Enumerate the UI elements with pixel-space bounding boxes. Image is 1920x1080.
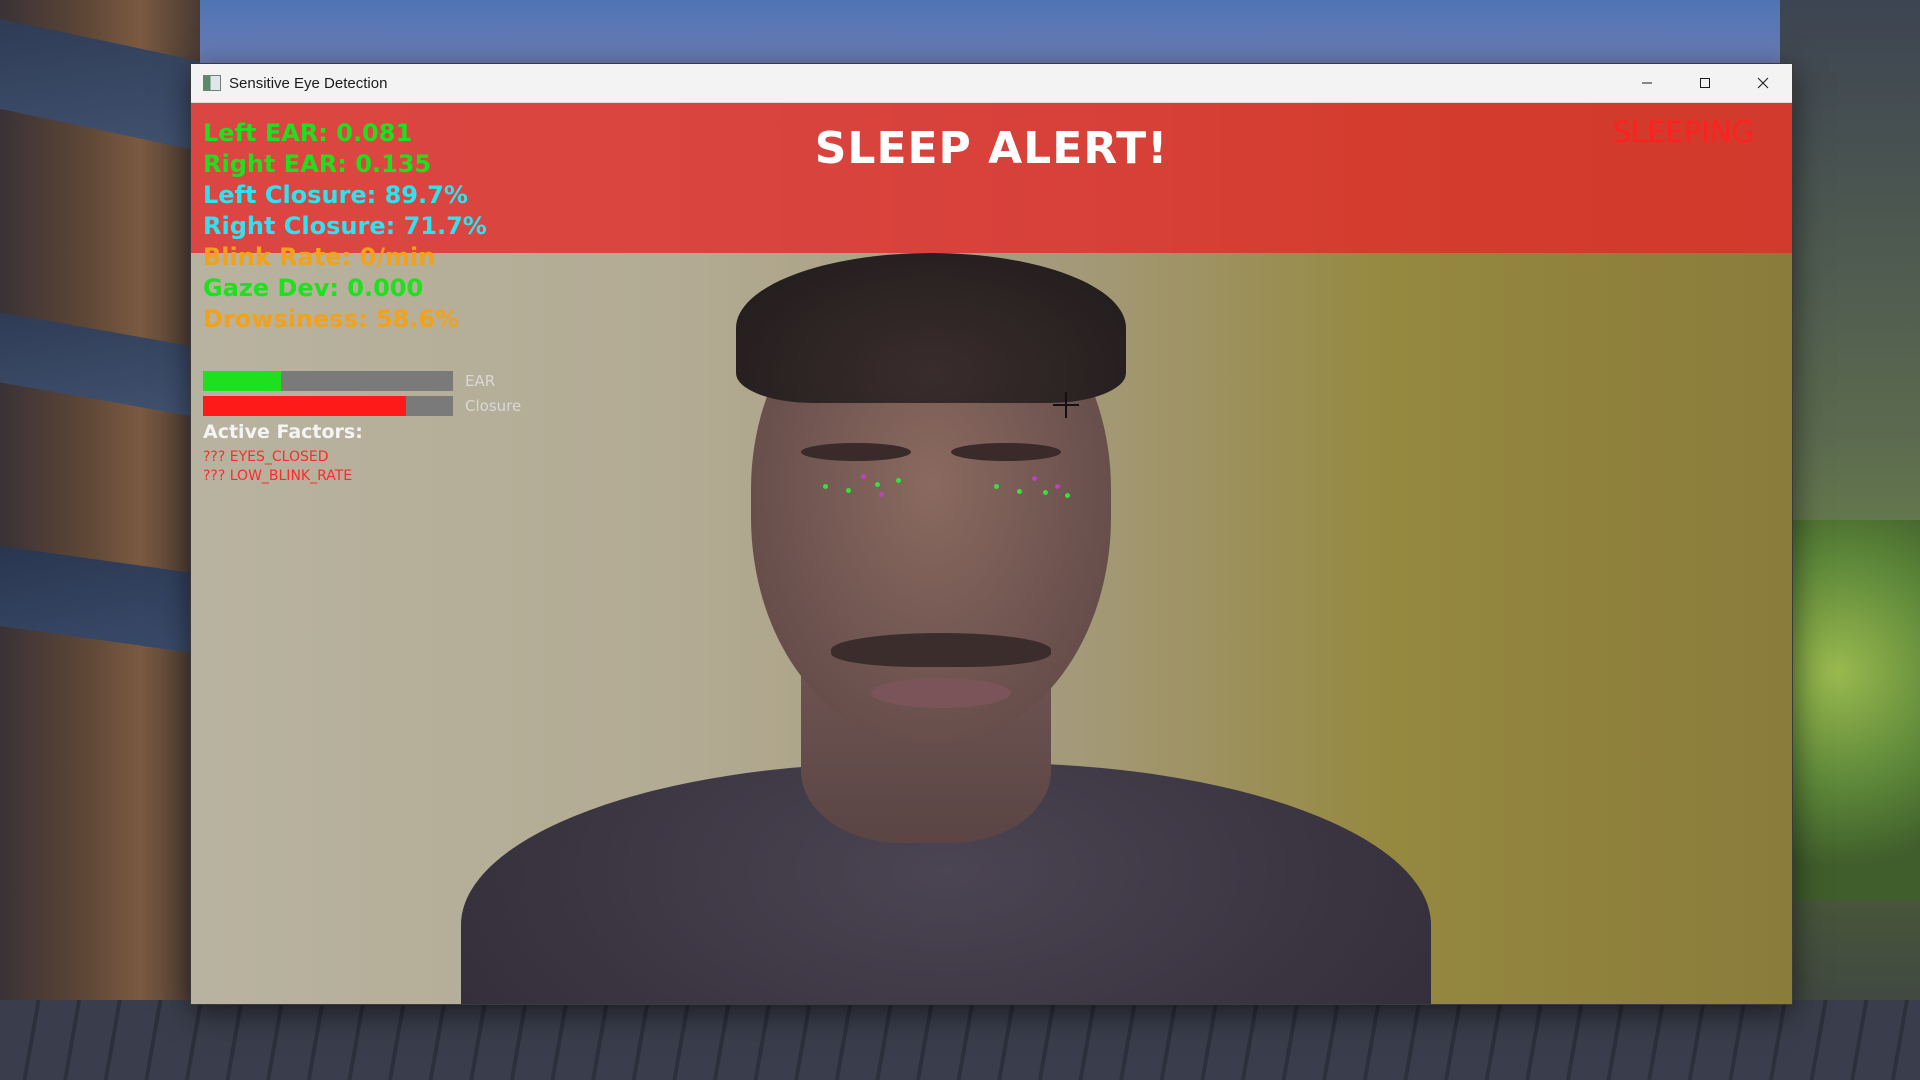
left-closure-metric: Left Closure: 89.7% [203, 181, 468, 209]
drowsiness-metric: Drowsiness: 58.6% [203, 305, 460, 333]
subject-hair [736, 253, 1126, 403]
eye-landmark-point [1055, 484, 1060, 489]
metrics-panel: Left EAR: 0.081 Right EAR: 0.135 Left Cl… [203, 118, 487, 335]
window-controls [1618, 64, 1792, 102]
eye-landmark-point [994, 484, 999, 489]
close-button[interactable] [1734, 64, 1792, 102]
factor-item: ??? EYES_CLOSED [203, 449, 329, 465]
closure-bar-track [203, 396, 453, 416]
right-ear-metric: Right EAR: 0.135 [203, 150, 432, 178]
wallpaper-trees [1780, 520, 1920, 900]
subject-left-brow [801, 443, 911, 461]
gaze-dev-metric: Gaze Dev: 0.000 [203, 274, 424, 302]
crosshair-cursor-icon [1053, 392, 1079, 418]
eye-landmark-point [861, 474, 866, 479]
maximize-button[interactable] [1676, 64, 1734, 102]
eye-landmark-point [1043, 490, 1048, 495]
ear-bar-label: EAR [465, 372, 496, 390]
app-icon [203, 75, 221, 91]
eye-landmark-point [1017, 489, 1022, 494]
eye-landmark-point [1032, 476, 1037, 481]
active-factors-title: Active Factors: [203, 421, 363, 443]
status-label: SLEEPING [1612, 115, 1754, 149]
right-closure-metric: Right Closure: 71.7% [203, 212, 487, 240]
maximize-icon [1700, 78, 1710, 88]
blink-rate-metric: Blink Rate: 0/min [203, 243, 436, 271]
wallpaper-bottom-roof [0, 1000, 1920, 1080]
eye-landmark-point [875, 482, 880, 487]
eye-landmark-point [896, 478, 901, 483]
closure-bar-fill [203, 396, 406, 416]
eye-landmark-point [846, 488, 851, 493]
ear-bar-row: EAR [203, 371, 495, 391]
subject-mustache [831, 633, 1051, 667]
ear-bar-fill [203, 371, 281, 391]
minimize-button[interactable] [1618, 64, 1676, 102]
subject-right-brow [951, 443, 1061, 461]
closure-bar-label: Closure [465, 397, 522, 415]
camera-feed: SLEEP ALERT! SLEEPING Left EAR: 0.081 Ri… [191, 103, 1792, 1004]
title-bar[interactable]: Sensitive Eye Detection [191, 64, 1792, 103]
minimize-icon [1642, 82, 1652, 84]
left-ear-metric: Left EAR: 0.081 [203, 119, 413, 147]
closure-bar-row: Closure [203, 396, 521, 416]
app-window: Sensitive Eye Detection SLEEP ALERT! SLE… [190, 63, 1793, 1005]
subject-lips [871, 678, 1011, 708]
eye-landmark-point [823, 484, 828, 489]
factor-item: ??? LOW_BLINK_RATE [203, 468, 353, 484]
eye-landmark-point [879, 492, 884, 497]
ear-bar-track [203, 371, 453, 391]
eye-landmark-point [1065, 493, 1070, 498]
window-title: Sensitive Eye Detection [229, 74, 388, 92]
wallpaper-left-building [0, 0, 200, 1080]
close-icon [1757, 77, 1769, 89]
